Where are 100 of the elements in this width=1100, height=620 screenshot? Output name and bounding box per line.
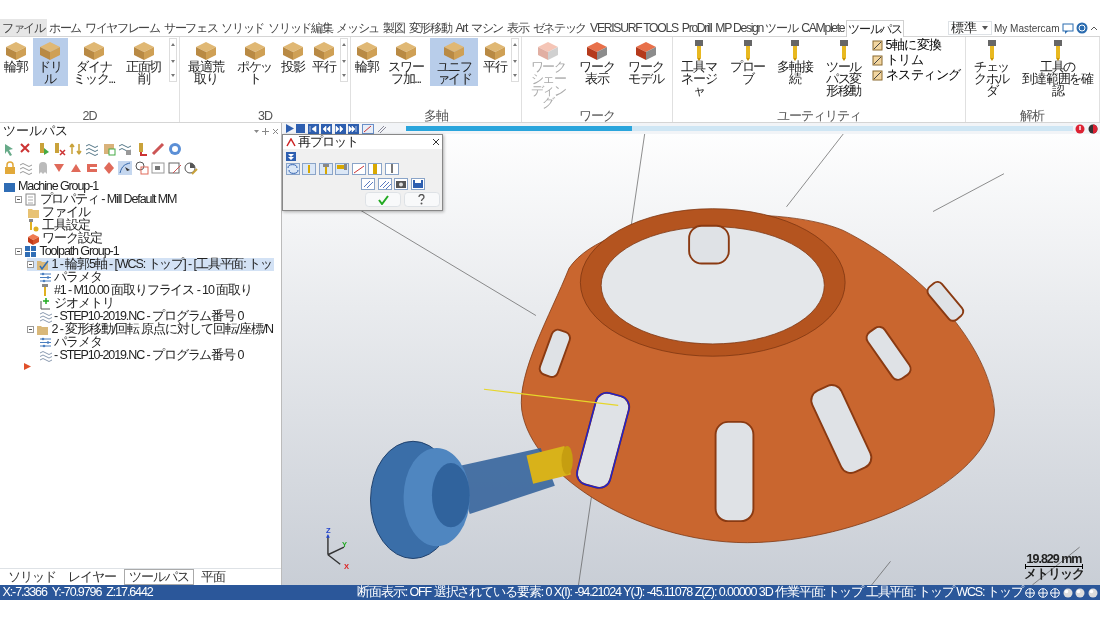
- ribbon-tab[interactable]: ProDrill: [679, 19, 714, 36]
- skip-forward-icon[interactable]: [348, 123, 359, 134]
- hatch-icon[interactable]: [361, 177, 375, 190]
- tree-item[interactable]: - STEP10-2019.NC - プログラム番号 0: [38, 348, 246, 362]
- ribbon-tab[interactable]: 製図: [381, 19, 407, 36]
- panel-tab[interactable]: ツールパス: [123, 569, 194, 585]
- rewind-icon[interactable]: [321, 123, 332, 134]
- gallery-scroll[interactable]: [340, 38, 349, 82]
- gallery-scroll[interactable]: [169, 38, 177, 82]
- ribbon-button[interactable]: ダイナミック...: [70, 38, 118, 86]
- select-curve-icon[interactable]: [118, 160, 132, 175]
- save-icon[interactable]: [410, 177, 425, 190]
- ribbon-button[interactable]: ツールパス変形移動: [819, 38, 868, 98]
- ribbon-button[interactable]: ドリル: [32, 38, 68, 86]
- pin-icon[interactable]: [262, 127, 269, 135]
- display-icon[interactable]: [151, 160, 165, 175]
- panel-tab[interactable]: ソリッド: [2, 569, 61, 585]
- help-button[interactable]: [403, 192, 440, 207]
- workspace-dropdown[interactable]: 標準: [947, 21, 992, 35]
- ribbon-button[interactable]: ポケット: [232, 38, 277, 86]
- ribbon-button[interactable]: 最適荒取り: [182, 38, 230, 86]
- tree-item[interactable]: プロパティ - Mill Default MM: [14, 192, 179, 206]
- tree-item[interactable]: パラメタ: [38, 335, 104, 349]
- ribbon-tab[interactable]: VERISURF TOOLS: [588, 19, 680, 36]
- half-circle-icon[interactable]: [1087, 123, 1098, 134]
- ribbon-button[interactable]: 正面切削: [120, 38, 167, 86]
- ribbon-tab[interactable]: サーフェス: [161, 19, 220, 36]
- help-icon[interactable]: [167, 141, 182, 156]
- skip-back-icon[interactable]: [307, 123, 319, 134]
- ribbon-button[interactable]: 投影: [279, 38, 308, 74]
- ribbon-tab[interactable]: ゼネテック: [530, 19, 589, 36]
- sphere-icon[interactable]: [1087, 587, 1098, 598]
- ribbon-tab[interactable]: 表示: [505, 19, 531, 36]
- ribbon-button[interactable]: 輪郭: [2, 38, 30, 74]
- chat-icon[interactable]: [1061, 22, 1074, 34]
- dropdown-icon[interactable]: [252, 127, 260, 135]
- hatch-toggle-icon[interactable]: [376, 123, 388, 134]
- pie-pencil-icon[interactable]: [184, 160, 198, 175]
- probe-icon[interactable]: [384, 163, 399, 175]
- wave-icon[interactable]: [85, 141, 99, 156]
- fast-forward-icon[interactable]: [334, 123, 346, 134]
- ribbon-button[interactable]: プローブ: [725, 38, 770, 86]
- ribbon-button[interactable]: 5軸に変換: [870, 38, 963, 53]
- collapse-icon[interactable]: [14, 247, 22, 255]
- ribbon-button[interactable]: スワーフ加...: [383, 38, 428, 86]
- panel-tab[interactable]: レイヤー: [63, 569, 121, 585]
- pencil-icon[interactable]: [151, 141, 165, 156]
- ribbon-button[interactable]: 平行: [480, 38, 509, 74]
- expand-icon[interactable]: [285, 151, 296, 161]
- tree-item[interactable]: Machine Group-1: [2, 179, 101, 193]
- panel-tab[interactable]: 平面: [196, 569, 230, 585]
- ribbon-tab[interactable]: ソリッド: [219, 19, 267, 36]
- collapse-icon[interactable]: [26, 260, 34, 268]
- collapse-icon[interactable]: [26, 325, 34, 333]
- collapse-icon[interactable]: [14, 195, 22, 203]
- alert-icon[interactable]: [1075, 123, 1085, 134]
- tree-item[interactable]: 工具設定: [26, 218, 92, 232]
- ribbon-tab[interactable]: ソリッド編集: [266, 19, 335, 36]
- shank-icon[interactable]: [368, 163, 382, 175]
- tree-item[interactable]: Toolpath Group-1: [14, 244, 121, 258]
- hatch-icon[interactable]: [377, 177, 392, 190]
- sphere-icon[interactable]: [1062, 587, 1073, 598]
- tree-item[interactable]: ファイル: [26, 205, 92, 219]
- ribbon-button[interactable]: ワーク表示: [574, 38, 620, 86]
- ribbon-tab[interactable]: CAMplete: [799, 19, 847, 36]
- ribbon-button[interactable]: ユニファイド: [430, 38, 479, 86]
- tool-delete-icon[interactable]: [52, 141, 66, 156]
- ribbon-tab[interactable]: メッシュ: [334, 19, 382, 36]
- tree-item[interactable]: ジオメトリ: [38, 296, 116, 310]
- camera-icon[interactable]: [394, 177, 408, 190]
- tree-item[interactable]: 1 - 輪郭5軸 - [WCS: トップ] - [工具平面: トッ: [26, 257, 274, 271]
- ribbon-button[interactable]: トリム: [870, 53, 963, 68]
- tree-item[interactable]: パラメタ: [38, 270, 104, 284]
- sphere-icon[interactable]: [1075, 587, 1085, 598]
- ribbon-button[interactable]: 多軸接続: [772, 38, 818, 86]
- globe-icon[interactable]: [1037, 587, 1048, 598]
- line-icon[interactable]: [351, 163, 366, 175]
- globe-icon[interactable]: [1050, 587, 1060, 598]
- account-link[interactable]: My Mastercam: [993, 20, 1060, 36]
- swap-icon[interactable]: [68, 141, 83, 156]
- ribbon-tab[interactable]: 変形移動: [406, 19, 454, 36]
- ribbon-tab[interactable]: ワイヤフレーム: [82, 19, 162, 36]
- collapse-icon[interactable]: [1089, 25, 1098, 31]
- ribbon-tab[interactable]: MP Design ツール: [713, 19, 800, 36]
- diamond-icon[interactable]: [101, 160, 116, 175]
- progress-track[interactable]: [405, 126, 1073, 131]
- ribbon-tab[interactable]: Art: [453, 19, 470, 36]
- tree-item[interactable]: ワーク設定: [26, 231, 104, 245]
- ribbon-button[interactable]: 輪郭: [353, 38, 382, 74]
- globe-icon[interactable]: [1025, 587, 1035, 598]
- ribbon-button[interactable]: ワークモデル: [621, 38, 670, 86]
- ribbon-button[interactable]: ネスティング: [870, 68, 963, 83]
- edit-frame-icon[interactable]: [167, 160, 182, 175]
- line-toggle-icon[interactable]: [361, 123, 374, 134]
- help-icon[interactable]: [1075, 22, 1088, 34]
- ribbon-tab[interactable]: マシン: [469, 19, 506, 36]
- shapes-icon[interactable]: [134, 160, 149, 175]
- tree-item[interactable]: 2 - 変形移動/回転 原点に対して回転/座標/N: [26, 322, 275, 336]
- gallery-scroll[interactable]: [511, 38, 520, 82]
- ribbon-button[interactable]: チェックホルダ: [967, 38, 1016, 98]
